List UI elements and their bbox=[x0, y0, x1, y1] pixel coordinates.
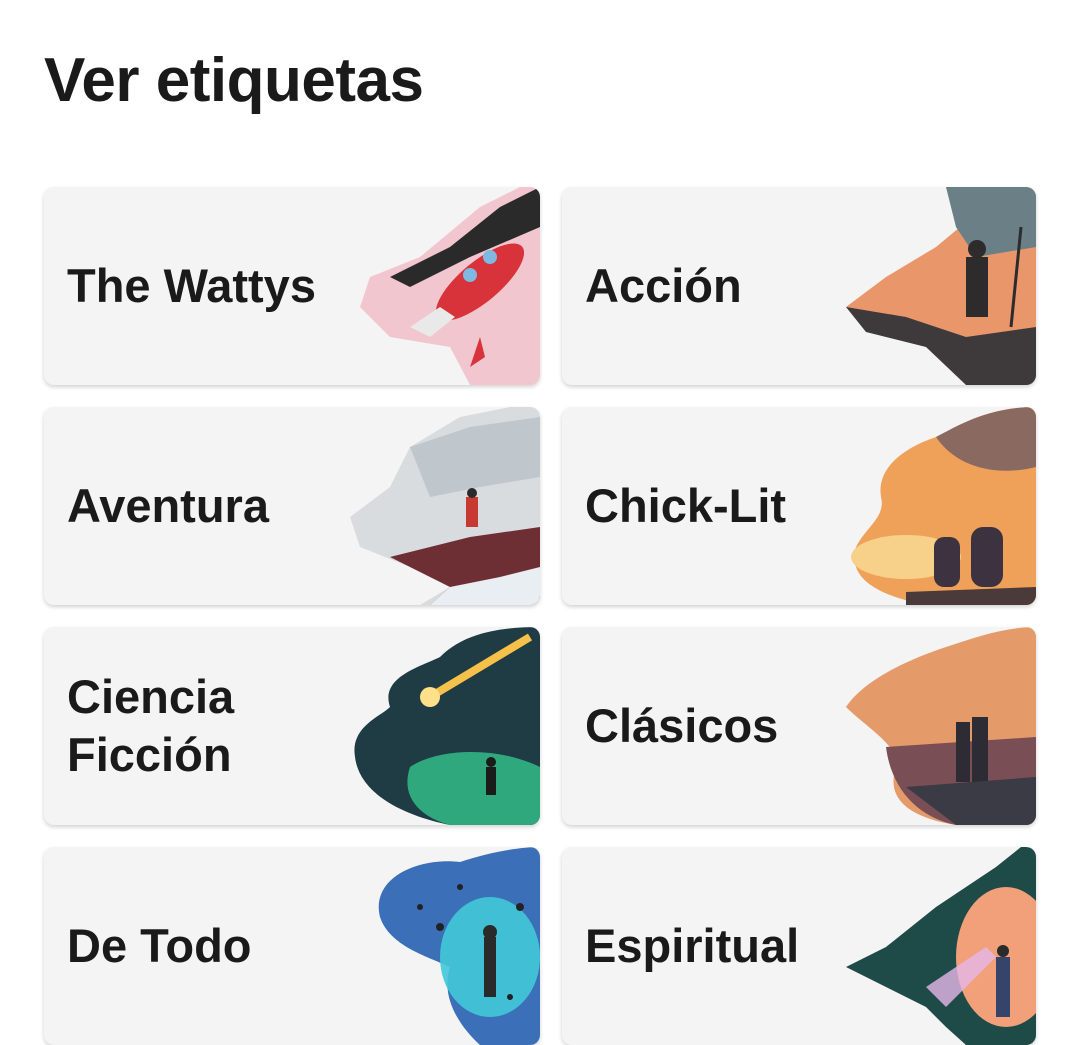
tag-label: Acción bbox=[585, 259, 742, 312]
space-astronaut-illustration bbox=[350, 847, 540, 1045]
tag-label: De Todo bbox=[67, 919, 252, 972]
page-title: Ver etiquetas bbox=[44, 46, 424, 115]
tag-label: Clásicos bbox=[585, 699, 779, 752]
tag-label: Ciencia Ficción bbox=[67, 670, 235, 781]
tag-card-chick-lit[interactable]: Chick-Lit bbox=[562, 407, 1036, 605]
mountain-hiker-illustration bbox=[350, 407, 540, 605]
tag-label: Aventura bbox=[67, 479, 269, 532]
tags-grid: The Wattys Acción Aventura Chick-Lit Cie… bbox=[44, 187, 1036, 1045]
tag-card-ciencia-ficcion[interactable]: Ciencia Ficción bbox=[44, 627, 540, 825]
tag-label: Espiritual bbox=[585, 919, 800, 972]
tag-card-aventura[interactable]: Aventura bbox=[44, 407, 540, 605]
tag-card-accion[interactable]: Acción bbox=[562, 187, 1036, 385]
tag-label: The Wattys bbox=[67, 259, 316, 312]
rocket-illustration bbox=[350, 187, 540, 385]
tag-card-the-wattys[interactable]: The Wattys bbox=[44, 187, 540, 385]
tag-label: Chick-Lit bbox=[585, 479, 787, 532]
meteor-galaxy-illustration bbox=[350, 627, 540, 825]
tag-card-de-todo[interactable]: De Todo bbox=[44, 847, 540, 1045]
tag-card-espiritual[interactable]: Espiritual bbox=[562, 847, 1036, 1045]
tag-card-clasicos[interactable]: Clásicos bbox=[562, 627, 1036, 825]
